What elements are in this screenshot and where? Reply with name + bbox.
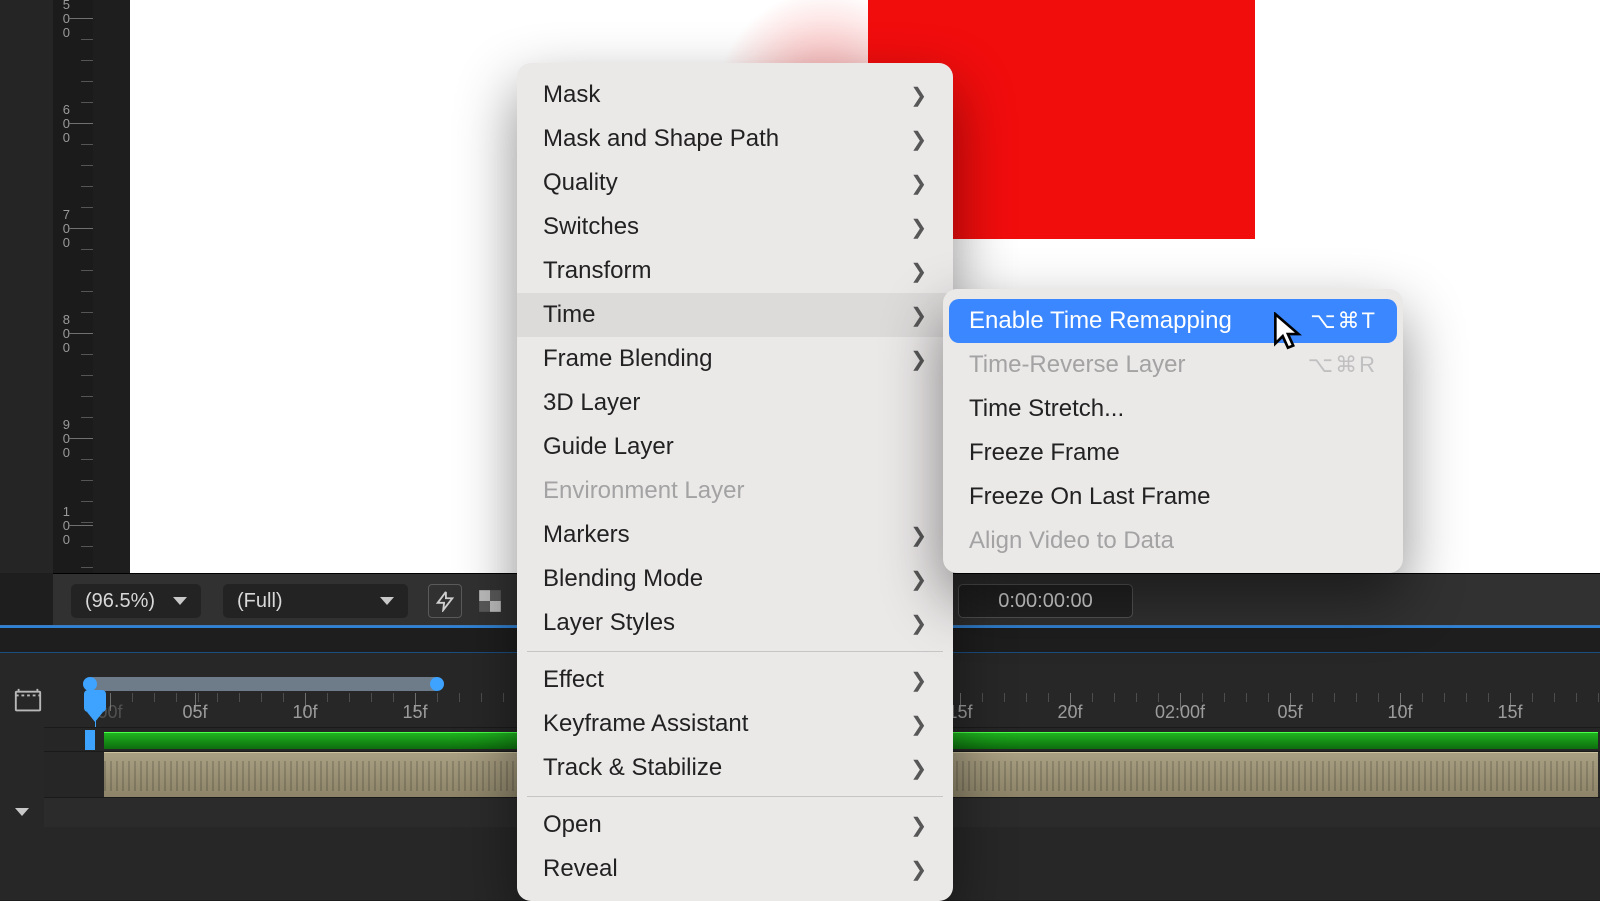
time-submenu: Enable Time Remapping ⌥⌘T Time-Reverse Lay…: [943, 289, 1403, 573]
menu-item-environment-layer: Environment Layer: [517, 469, 953, 513]
submenu-item-label: Align Video to Data: [969, 527, 1174, 555]
menu-item-guide-layer[interactable]: Guide Layer: [517, 425, 953, 469]
menu-item-label: Time: [543, 301, 595, 329]
menu-item-label: Effect: [543, 666, 604, 694]
time-tick-label: 10f: [1387, 702, 1412, 723]
menu-item-track-stabilize[interactable]: Track & Stabilize ❯: [517, 746, 953, 790]
resolution-value: (Full): [237, 590, 283, 613]
playhead-handle[interactable]: [84, 690, 106, 712]
menu-item-mask-and-shape-path[interactable]: Mask and Shape Path ❯: [517, 117, 953, 161]
menu-item-label: Guide Layer: [543, 433, 674, 461]
menu-item-label: Track & Stabilize: [543, 754, 722, 782]
time-tick-label: 02:00f: [1155, 702, 1205, 723]
chevron-right-icon: ❯: [910, 259, 927, 284]
timecode-value: 0:00:00:00: [998, 590, 1093, 613]
layer-context-menu: Mask❯Mask and Shape Path❯Quality❯Switche…: [517, 63, 953, 901]
submenu-item-label: Time-Reverse Layer: [969, 351, 1186, 379]
fast-preview-button[interactable]: [428, 584, 462, 618]
submenu-item-align-video-to-data: Align Video to Data: [943, 519, 1403, 563]
menu-item-switches[interactable]: Switches ❯: [517, 205, 953, 249]
submenu-item-freeze-on-last-frame[interactable]: Freeze On Last Frame: [943, 475, 1403, 519]
keyboard-shortcut: ⌥⌘T: [1310, 308, 1377, 334]
menu-item-markers[interactable]: Markers ❯: [517, 513, 953, 557]
submenu-item-freeze-frame[interactable]: Freeze Frame: [943, 431, 1403, 475]
menu-item-label: Frame Blending: [543, 345, 712, 373]
chevron-down-icon: [173, 597, 187, 605]
menu-item-frame-blending[interactable]: Frame Blending ❯: [517, 337, 953, 381]
chevron-right-icon: ❯: [910, 756, 927, 781]
submenu-item-label: Freeze Frame: [969, 439, 1120, 467]
menu-item-label: Markers: [543, 521, 630, 549]
composition-icon[interactable]: [13, 686, 43, 716]
time-tick-label: 10f: [292, 702, 317, 723]
menu-item-label: 3D Layer: [543, 389, 640, 417]
collapse-toggle[interactable]: [15, 803, 29, 821]
menu-item-label: Open: [543, 811, 602, 839]
time-tick-label: 15f: [402, 702, 427, 723]
chevron-right-icon: ❯: [910, 712, 927, 737]
menu-item-label: Environment Layer: [543, 477, 744, 505]
menu-item-label: Switches: [543, 213, 639, 241]
menu-item-label: Layer Styles: [543, 609, 675, 637]
menu-item-effect[interactable]: Effect ❯: [517, 658, 953, 702]
time-tick-label: 05f: [1277, 702, 1302, 723]
chevron-right-icon: ❯: [910, 668, 927, 693]
work-area-bar[interactable]: [86, 677, 441, 691]
chevron-right-icon: ❯: [910, 347, 927, 372]
menu-item-label: Reveal: [543, 855, 618, 883]
menu-separator: [527, 651, 943, 652]
menu-item-label: Mask: [543, 81, 600, 109]
menu-item-label: Mask and Shape Path: [543, 125, 779, 153]
menu-item-time[interactable]: Time ❯: [517, 293, 953, 337]
time-tick-label: 15f: [1497, 702, 1522, 723]
submenu-item-label: Time Stretch...: [969, 395, 1124, 423]
menu-item-label: Keyframe Assistant: [543, 710, 748, 738]
menu-item-3d-layer[interactable]: 3D Layer: [517, 381, 953, 425]
chevron-right-icon: ❯: [910, 303, 927, 328]
chevron-right-icon: ❯: [910, 813, 927, 838]
menu-item-keyframe-assistant[interactable]: Keyframe Assistant ❯: [517, 702, 953, 746]
submenu-item-label: Enable Time Remapping: [969, 307, 1232, 335]
panel-gutter: [0, 0, 53, 573]
transparency-grid-button[interactable]: [473, 584, 507, 618]
layer-selection-highlight: [85, 730, 95, 750]
menu-item-label: Blending Mode: [543, 565, 703, 593]
menu-item-transform[interactable]: Transform ❯: [517, 249, 953, 293]
time-tick-label: 20f: [1057, 702, 1082, 723]
menu-item-mask[interactable]: Mask ❯: [517, 73, 953, 117]
zoom-dropdown[interactable]: (96.5%): [71, 584, 201, 618]
chevron-right-icon: ❯: [910, 83, 927, 108]
chevron-right-icon: ❯: [910, 611, 927, 636]
submenu-item-label: Freeze On Last Frame: [969, 483, 1210, 511]
menu-item-label: Transform: [543, 257, 651, 285]
menu-item-label: Quality: [543, 169, 618, 197]
chevron-right-icon: ❯: [910, 171, 927, 196]
menu-separator: [527, 796, 943, 797]
zoom-value: (96.5%): [85, 590, 155, 613]
work-area-start-handle[interactable]: [83, 677, 97, 691]
chevron-down-icon: [15, 808, 29, 816]
work-area-end-handle[interactable]: [430, 677, 444, 691]
chevron-down-icon: [380, 597, 394, 605]
keyboard-shortcut: ⌥⌘R: [1308, 352, 1377, 378]
chevron-right-icon: ❯: [910, 567, 927, 592]
menu-item-quality[interactable]: Quality ❯: [517, 161, 953, 205]
vertical-ruler: 500600700800900100: [53, 0, 93, 573]
submenu-item-time-stretch-[interactable]: Time Stretch...: [943, 387, 1403, 431]
timecode-field[interactable]: 0:00:00:00: [958, 584, 1133, 618]
menu-item-layer-styles[interactable]: Layer Styles ❯: [517, 601, 953, 645]
chevron-right-icon: ❯: [910, 215, 927, 240]
submenu-item-time-reverse-layer: Time-Reverse Layer ⌥⌘R: [943, 343, 1403, 387]
chevron-right-icon: ❯: [910, 857, 927, 882]
submenu-item-enable-time-remapping[interactable]: Enable Time Remapping ⌥⌘T: [949, 299, 1397, 343]
time-tick-label: 05f: [182, 702, 207, 723]
resolution-dropdown[interactable]: (Full): [223, 584, 408, 618]
chevron-right-icon: ❯: [910, 523, 927, 548]
chevron-right-icon: ❯: [910, 127, 927, 152]
menu-item-blending-mode[interactable]: Blending Mode ❯: [517, 557, 953, 601]
menu-item-open[interactable]: Open ❯: [517, 803, 953, 847]
menu-item-reveal[interactable]: Reveal ❯: [517, 847, 953, 891]
